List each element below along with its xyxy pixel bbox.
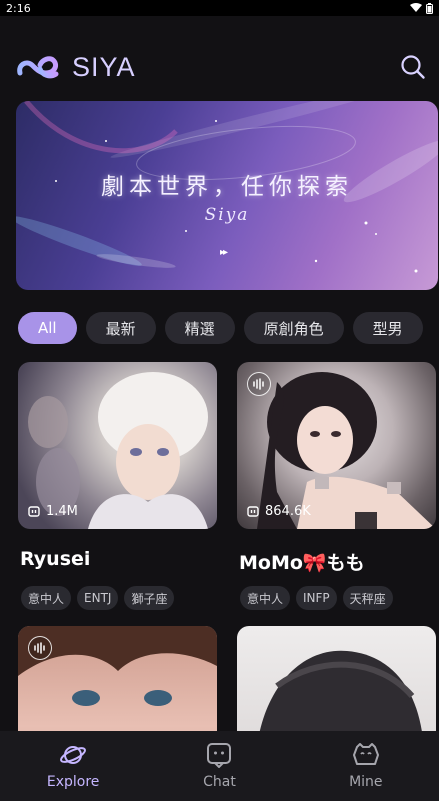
tag: 天秤座 <box>342 586 393 610</box>
app-logo: SIYA <box>16 52 136 83</box>
chip-latest[interactable]: 最新 <box>85 312 156 344</box>
promo-banner[interactable]: 劇本世界，任你探索 Siya ▸▸ <box>16 101 438 290</box>
character-card[interactable]: 864.6K MoMo🎀もも 意中人 INFP 天秤座 <box>237 362 436 612</box>
nav-explore-label: Explore <box>46 774 100 790</box>
tag: ENTJ <box>77 586 119 610</box>
app-header: SIYA <box>16 44 429 90</box>
chat-count-value: 1.4M <box>46 504 78 519</box>
character-tags: 意中人 INFP 天秤座 <box>240 586 393 610</box>
wifi-icon <box>410 3 422 12</box>
battery-icon <box>426 2 433 14</box>
character-name: Ryusei <box>20 548 91 570</box>
chat-icon <box>207 743 232 768</box>
tag: INFP <box>296 586 337 610</box>
profile-face-icon <box>352 743 379 765</box>
character-image <box>18 626 217 731</box>
play-indicator-icon: ▸▸ <box>220 247 228 258</box>
status-bar: 2:16 <box>0 0 439 16</box>
chip-original-character[interactable]: 原創角色 <box>243 312 344 344</box>
character-name: MoMo🎀もも <box>239 552 365 574</box>
nav-chat[interactable]: Chat <box>164 742 274 790</box>
chat-bubble-icon <box>247 505 259 517</box>
search-button[interactable] <box>397 51 429 83</box>
status-time: 2:16 <box>6 1 31 15</box>
app-name: SIYA <box>72 51 136 82</box>
character-tags: 意中人 ENTJ 獅子座 <box>21 586 175 610</box>
character-image: 864.6K <box>237 362 436 529</box>
chip-all[interactable]: All <box>18 312 77 344</box>
voice-wave-icon <box>34 642 45 654</box>
category-chips: All 最新 精選 原創角色 型男 <box>18 312 423 344</box>
bottom-nav: Explore Chat Mine <box>0 731 439 801</box>
nav-mine-label: Mine <box>349 774 383 790</box>
character-image <box>237 626 436 731</box>
banner-title: 劇本世界，任你探索 <box>101 174 353 200</box>
voice-badge <box>28 636 52 660</box>
chip-featured[interactable]: 精選 <box>164 312 235 344</box>
character-card[interactable] <box>237 626 436 731</box>
character-illustration <box>259 650 422 731</box>
banner-subtitle: Siya <box>204 205 250 225</box>
voice-wave-icon <box>253 378 264 390</box>
character-card[interactable]: 1.4M Ryusei 意中人 ENTJ 獅子座 <box>18 362 217 612</box>
chat-bubble-icon <box>28 505 40 517</box>
nav-mine[interactable]: Mine <box>311 742 421 790</box>
siya-logo-icon <box>17 56 59 79</box>
tag: 意中人 <box>240 586 291 610</box>
character-image: 1.4M <box>18 362 217 529</box>
chat-count-value: 864.6K <box>265 504 311 519</box>
chat-count: 864.6K <box>247 504 311 519</box>
planet-icon <box>60 746 87 764</box>
nav-chat-label: Chat <box>203 774 236 790</box>
chip-handsome-men[interactable]: 型男 <box>352 312 423 344</box>
character-card[interactable] <box>18 626 217 731</box>
search-icon <box>401 55 425 79</box>
tag: 獅子座 <box>124 586 175 610</box>
tag: 意中人 <box>21 586 72 610</box>
voice-badge <box>247 372 271 396</box>
status-icons <box>410 2 433 14</box>
chat-count: 1.4M <box>28 504 78 519</box>
nav-explore[interactable]: Explore <box>18 742 128 790</box>
